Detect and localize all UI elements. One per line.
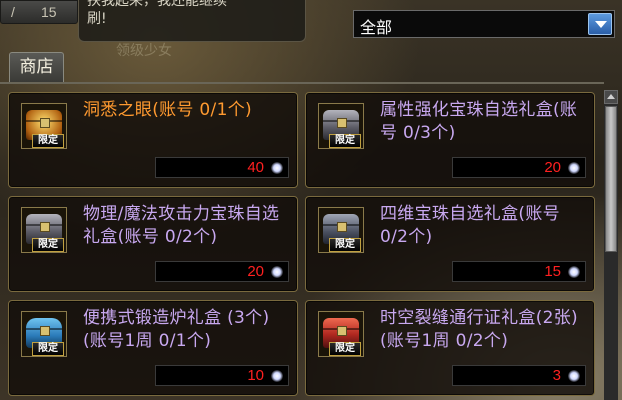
scrollbar-thumb[interactable] bbox=[605, 106, 617, 252]
chat-bubble: 扶我起来，我还能继续 刷! bbox=[78, 0, 306, 42]
shop-item-card[interactable]: 限定 时空裂缝通行证礼盒(2张)(账号1周 0/2个) 3 bbox=[305, 300, 595, 396]
tab-shop[interactable]: 商店 bbox=[9, 52, 64, 82]
chat-line-1: 扶我起来，我还能继续 bbox=[87, 0, 227, 9]
limited-tag: 限定 bbox=[329, 342, 361, 356]
item-name: 属性强化宝珠自选礼盒(账号 0/3个) bbox=[380, 100, 578, 143]
item-price: 20 bbox=[155, 261, 289, 282]
item-price-value: 20 bbox=[544, 159, 561, 176]
item-price-value: 3 bbox=[552, 367, 561, 384]
chevron-down-icon[interactable] bbox=[588, 13, 612, 35]
limited-tag: 限定 bbox=[32, 134, 64, 148]
item-name: 物理/魔法攻击力宝珠自选礼盒(账号 0/2个) bbox=[83, 204, 280, 247]
shop-item-card[interactable]: 限定 物理/魔法攻击力宝珠自选礼盒(账号 0/2个) 20 bbox=[8, 196, 298, 292]
chat-line-2: 刷! bbox=[87, 11, 107, 27]
coin-icon bbox=[568, 370, 580, 382]
category-dropdown[interactable]: 全部 bbox=[353, 10, 615, 38]
item-price: 40 bbox=[155, 157, 289, 178]
coin-icon bbox=[568, 162, 580, 174]
shop-item-card[interactable]: 限定 洞悉之眼(账号 0/1个) 40 bbox=[8, 92, 298, 188]
counter-separator: / bbox=[11, 4, 15, 20]
coin-icon bbox=[271, 370, 283, 382]
item-name: 洞悉之眼(账号 0/1个) bbox=[83, 100, 252, 120]
item-price: 10 bbox=[155, 365, 289, 386]
limited-tag: 限定 bbox=[329, 134, 361, 148]
shop-item-card[interactable]: 限定 便携式锻造炉礼盒 (3个)(账号1周 0/1个) 10 bbox=[8, 300, 298, 396]
limited-tag: 限定 bbox=[32, 238, 64, 252]
red-box-icon: 限定 bbox=[318, 311, 364, 357]
tab-divider bbox=[0, 82, 604, 84]
item-price-value: 20 bbox=[247, 263, 264, 280]
item-price: 3 bbox=[452, 365, 586, 386]
item-price-value: 10 bbox=[247, 367, 264, 384]
scrollbar[interactable] bbox=[604, 90, 618, 400]
coin-icon bbox=[271, 266, 283, 278]
limited-tag: 限定 bbox=[329, 238, 361, 252]
item-name: 四维宝珠自选礼盒(账号 0/2个) bbox=[380, 204, 560, 247]
item-price: 15 bbox=[452, 261, 586, 282]
counter-value: 15 bbox=[41, 4, 57, 20]
item-name: 便携式锻造炉礼盒 (3个)(账号1周 0/1个) bbox=[83, 308, 270, 351]
silver-box-icon: 限定 bbox=[21, 207, 67, 253]
background-caption: 领级少女 bbox=[116, 43, 172, 59]
top-bar: / 15 扶我起来，我还能继续 刷! 领级少女 全部 bbox=[0, 0, 622, 59]
shop-item-card[interactable]: 限定 属性强化宝珠自选礼盒(账号 0/3个) 20 bbox=[305, 92, 595, 188]
shop-item-card[interactable]: 限定 四维宝珠自选礼盒(账号 0/2个) 15 bbox=[305, 196, 595, 292]
item-price-value: 15 bbox=[544, 263, 561, 280]
steel-box-icon: 限定 bbox=[318, 207, 364, 253]
counter-box: / 15 bbox=[0, 0, 78, 24]
category-dropdown-value: 全部 bbox=[360, 18, 393, 37]
scroll-up-icon[interactable] bbox=[604, 90, 618, 104]
item-name: 时空裂缝通行证礼盒(2张)(账号1周 0/2个) bbox=[380, 308, 578, 351]
silver-box-icon: 限定 bbox=[318, 103, 364, 149]
gold-box-icon: 限定 bbox=[21, 103, 67, 149]
item-price-value: 40 bbox=[247, 159, 264, 176]
item-price: 20 bbox=[452, 157, 586, 178]
coin-icon bbox=[568, 266, 580, 278]
limited-tag: 限定 bbox=[32, 342, 64, 356]
blue-box-icon: 限定 bbox=[21, 311, 67, 357]
coin-icon bbox=[271, 162, 283, 174]
